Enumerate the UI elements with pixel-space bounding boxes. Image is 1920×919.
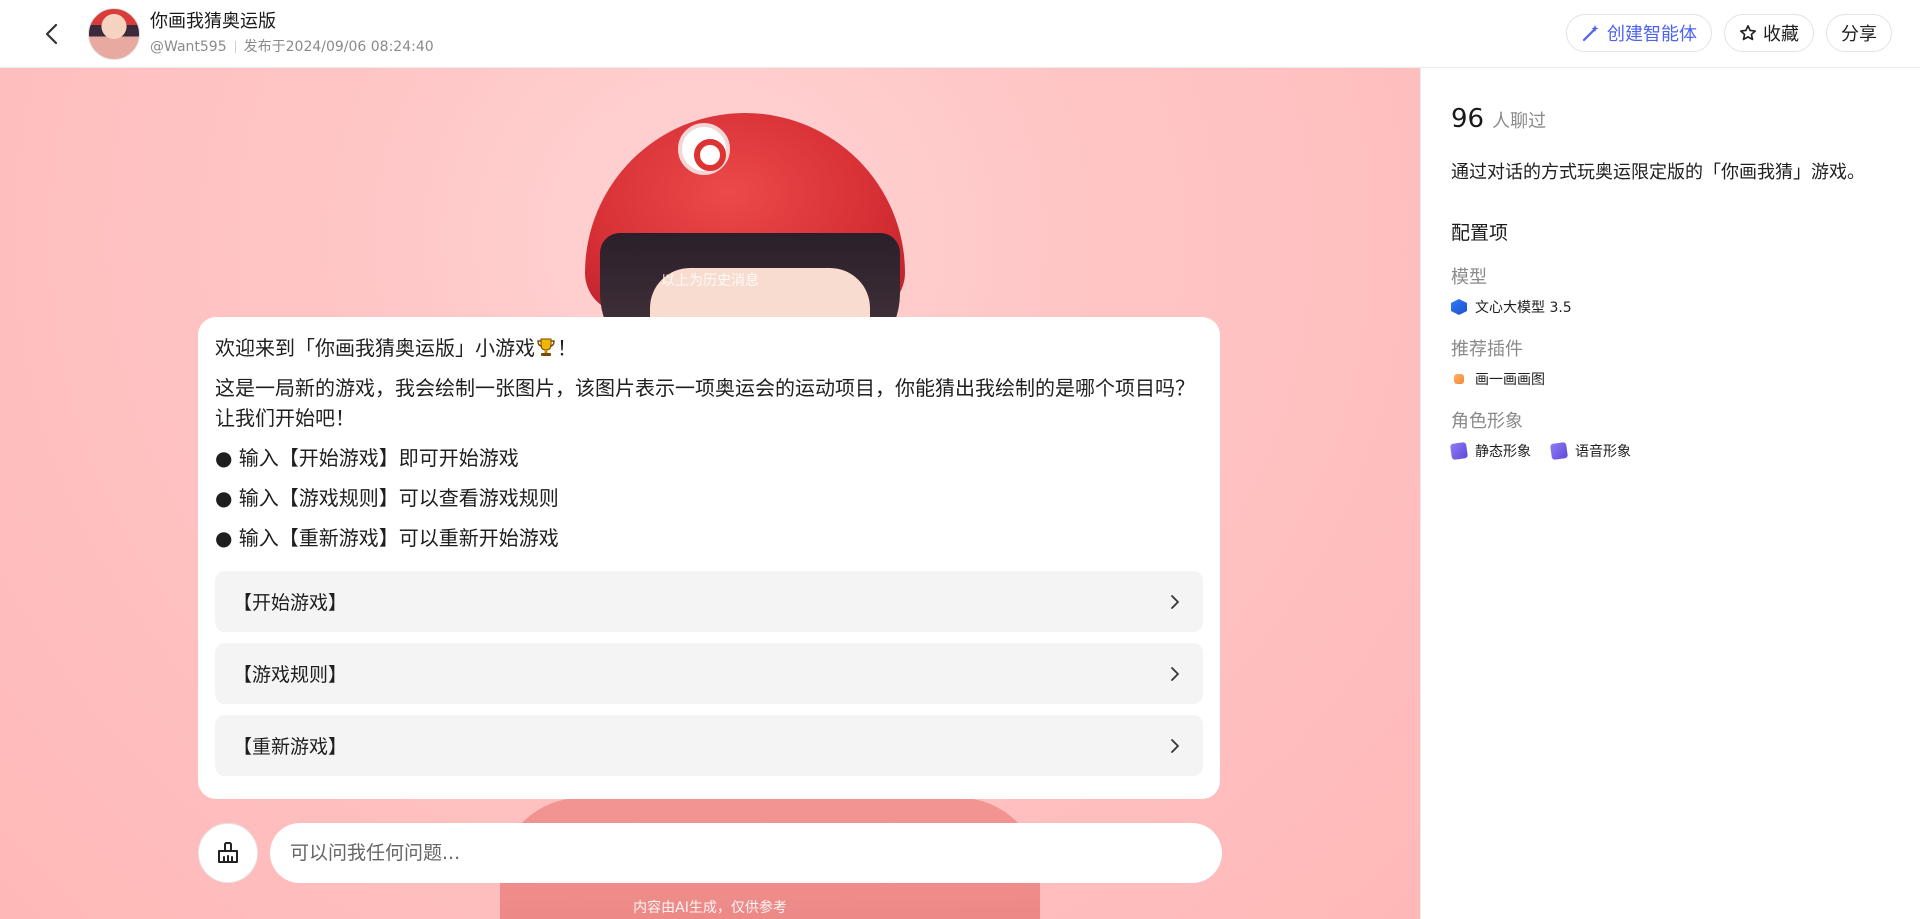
bullet-start: ● 输入【开始游戏】即可开始游戏 (215, 446, 519, 470)
plugin-item[interactable]: 画一画画图 (1451, 369, 1545, 389)
model-cube-icon (1451, 299, 1467, 315)
role-static: 静态形象 (1449, 441, 1531, 461)
magic-wand-icon (1582, 25, 1599, 42)
agent-title-block: 你画我猜奥运版 @Want595 发布于2024/09/06 08:24:40 (150, 10, 434, 58)
favorite-label: 收藏 (1763, 24, 1799, 45)
chevron-right-icon (1171, 738, 1179, 753)
chevron-left-icon (45, 23, 58, 45)
model-row: 文心大模型 3.5 (1451, 297, 1890, 317)
agent-info-panel: 96 人聊过 通过对话的方式玩奥运限定版的「你画我猜」游戏。 配置项 模型 文心… (1420, 68, 1920, 919)
model-item: 文心大模型 3.5 (1451, 297, 1572, 317)
top-header: 你画我猜奥运版 @Want595 发布于2024/09/06 08:24:40 … (0, 0, 1920, 68)
role-card-icon (1449, 441, 1469, 461)
bot-message-card: 欢迎来到「你画我猜奥运版」小游戏 ！ 这是一局新的游戏，我会绘制一张图片，该图片表… (198, 317, 1220, 799)
option-label: 【重新游戏】 (233, 736, 348, 758)
role-card-icon (1549, 441, 1569, 461)
intro-text: 这是一局新的游戏，我会绘制一张图片，该图片表示一项奥运会的运动项目，你能猜出我绘… (215, 376, 1195, 430)
role-voice-label: 语音形象 (1575, 444, 1631, 460)
model-name: 文心大模型 3.5 (1475, 300, 1572, 316)
option-start-game[interactable]: 【开始游戏】 (215, 571, 1203, 632)
create-agent-button[interactable]: 创建智能体 (1566, 14, 1712, 52)
plugins-row: 画一画画图 (1451, 369, 1890, 389)
chat-input-row (198, 823, 1224, 883)
role-static-label: 静态形象 (1475, 444, 1531, 460)
welcome-end: ！ (557, 336, 577, 360)
publish-time: 发布于2024/09/06 08:24:40 (243, 39, 434, 55)
chat-input[interactable] (270, 823, 1222, 883)
star-icon (1739, 24, 1757, 41)
chevron-right-icon (1171, 594, 1179, 609)
create-agent-label: 创建智能体 (1607, 24, 1697, 45)
config-title: 配置项 (1451, 222, 1509, 244)
chat-area: 以上为历史消息 欢迎来到「你画我猜奥运版」小游戏 ！ 这是一局新的游戏，我会绘制一… (0, 68, 1420, 919)
bullet-rules: ● 输入【游戏规则】可以查看游戏规则 (215, 486, 559, 510)
back-button[interactable] (38, 20, 66, 48)
option-game-rules[interactable]: 【游戏规则】 (215, 643, 1203, 704)
model-label: 模型 (1451, 267, 1487, 288)
role-voice: 语音形象 (1549, 441, 1631, 461)
welcome-line: 欢迎来到「你画我猜奥运版」小游戏 ！ (215, 333, 1203, 363)
bullet-restart: ● 输入【重新游戏】可以重新开始游戏 (215, 526, 559, 550)
role-label: 角色形象 (1451, 411, 1523, 432)
header-actions: 创建智能体 收藏 分享 (1566, 14, 1892, 52)
meta-divider (234, 41, 236, 53)
plugins-label: 推荐插件 (1451, 339, 1523, 360)
clear-context-button[interactable] (198, 823, 258, 883)
option-restart-game[interactable]: 【重新游戏】 (215, 715, 1203, 776)
ai-disclaimer: 内容由AI生成，仅供参考 (633, 900, 787, 916)
quick-options: 【开始游戏】 【游戏规则】 【重新游戏】 (215, 571, 1203, 776)
welcome-text: 欢迎来到「你画我猜奥运版」小游戏 (215, 336, 535, 360)
author-handle[interactable]: @Want595 (150, 36, 227, 58)
chat-count: 96 (1451, 104, 1485, 134)
history-hint: 以上为历史消息 (661, 273, 759, 289)
share-label: 分享 (1841, 24, 1877, 45)
favorite-button[interactable]: 收藏 (1724, 14, 1814, 52)
plugin-icon (1454, 374, 1464, 384)
share-button[interactable]: 分享 (1826, 14, 1892, 52)
trophy-icon (537, 338, 555, 356)
option-label: 【游戏规则】 (233, 664, 348, 686)
agent-meta: @Want595 发布于2024/09/06 08:24:40 (150, 36, 434, 58)
chat-count-stat: 96 人聊过 (1451, 104, 1890, 134)
plugin-name: 画一画画图 (1475, 372, 1545, 388)
cap-logo-illustration (678, 123, 730, 175)
chat-count-label: 人聊过 (1492, 111, 1547, 132)
roles-row: 静态形象 语音形象 (1449, 441, 1890, 461)
broom-icon (218, 842, 238, 863)
agent-avatar[interactable] (88, 8, 140, 60)
agent-title: 你画我猜奥运版 (150, 11, 276, 32)
agent-description: 通过对话的方式玩奥运限定版的「你画我猜」游戏。 (1451, 162, 1865, 183)
option-label: 【开始游戏】 (233, 592, 348, 614)
chevron-right-icon (1171, 666, 1179, 681)
